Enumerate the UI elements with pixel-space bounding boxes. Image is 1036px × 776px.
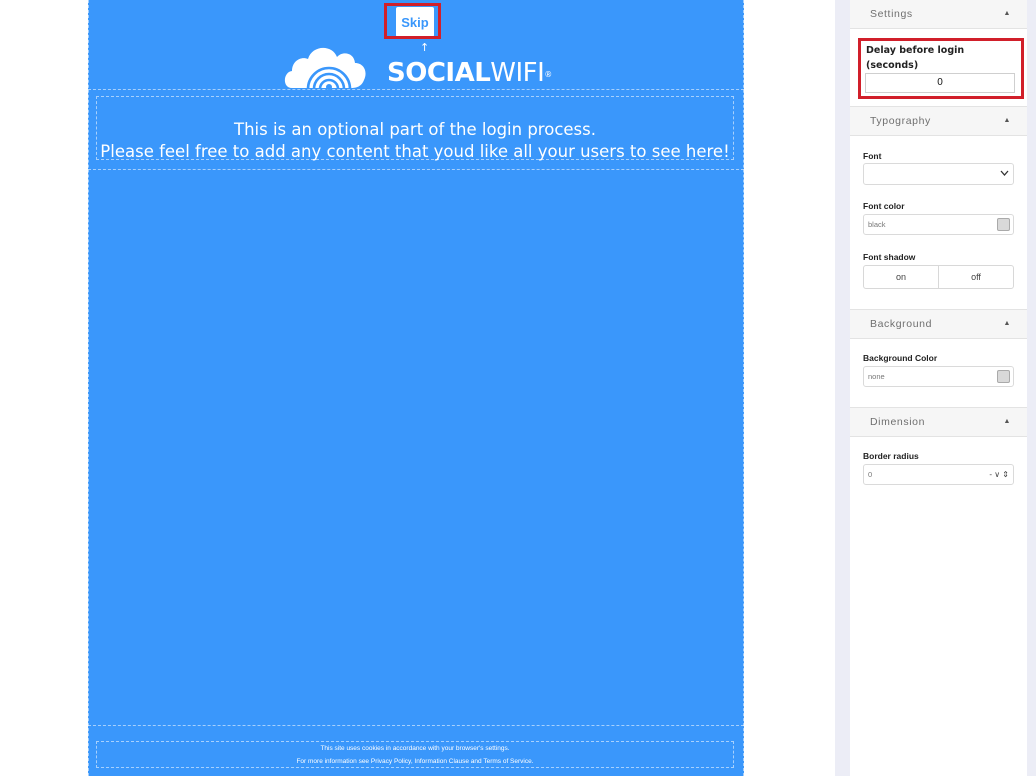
section-header-background[interactable]: Background ▲ [850,309,1027,339]
font-shadow-label: Font shadow [863,252,916,262]
delay-label: Delay before login (seconds) [866,45,965,71]
panel-gutter [835,0,850,776]
border-radius-label: Border radius [863,451,919,461]
canvas-edge [88,0,89,776]
section-header-typography[interactable]: Typography ▲ [850,106,1027,136]
section-title: Settings [870,8,913,20]
footer-line: For more information see Privacy Policy,… [296,758,534,765]
color-swatch[interactable] [997,370,1010,383]
caret-up-icon[interactable]: ▲ [1003,107,1011,135]
font-select[interactable] [863,163,1014,185]
section-divider [88,725,744,726]
socialwifi-logo: SOCIALWIFI® [284,42,554,90]
cloud-wifi-logo-icon [284,47,366,90]
caret-up-icon[interactable]: ▲ [1003,310,1011,338]
delay-input[interactable]: 0 [865,73,1015,93]
cookie-footer[interactable]: This site uses cookies in accordance wit… [96,741,734,768]
properties-panel: Settings ▲ Delay before login (seconds) … [850,0,1027,776]
footer-line: This site uses cookies in accordance wit… [320,745,510,752]
logo-text-bold: SOCIAL [387,58,491,88]
registered-mark: ® [544,70,552,79]
unit-stepper[interactable]: - ∨ ⇕ [989,465,1009,484]
caret-up-icon[interactable]: ▲ [1003,0,1011,28]
background-color-label: Background Color [863,353,938,363]
font-color-value: black [868,220,886,229]
section-title: Dimension [870,416,926,428]
optional-content-block[interactable]: This is an optional part of the login pr… [96,96,734,161]
panel-edge [1027,0,1036,776]
section-title: Background [870,318,933,330]
content-line: Please feel free to add any content that… [100,142,730,161]
content-line: This is an optional part of the login pr… [234,120,596,139]
section-title: Typography [870,115,931,127]
skip-highlight-box [384,3,441,39]
color-swatch[interactable] [997,218,1010,231]
background-color-value: none [868,372,885,381]
border-radius-input[interactable]: 0 - ∨ ⇕ [863,464,1014,485]
shadow-off-button[interactable]: off [938,266,1013,288]
caret-up-icon[interactable]: ▲ [1003,408,1011,436]
logo-wordmark: SOCIALWIFI® [387,58,552,88]
chevron-down-icon [1000,166,1009,187]
section-header-dimension[interactable]: Dimension ▲ [850,407,1027,437]
section-divider [88,169,744,170]
section-header-settings[interactable]: Settings ▲ [850,0,1027,29]
font-shadow-toggle: on off [863,265,1014,289]
canvas-edge [743,0,744,776]
login-preview-canvas[interactable]: Skip ↑ SOCIALWIFI® This is an optional p… [88,0,744,776]
font-color-label: Font color [863,201,905,211]
shadow-on-button[interactable]: on [864,266,938,288]
border-radius-value: 0 [868,470,873,479]
font-label: Font [863,151,882,161]
logo-text-regular: WIFI [490,58,545,88]
background-color-input[interactable]: none [863,366,1014,387]
font-color-input[interactable]: black [863,214,1014,235]
radius-unit: - [989,470,992,479]
